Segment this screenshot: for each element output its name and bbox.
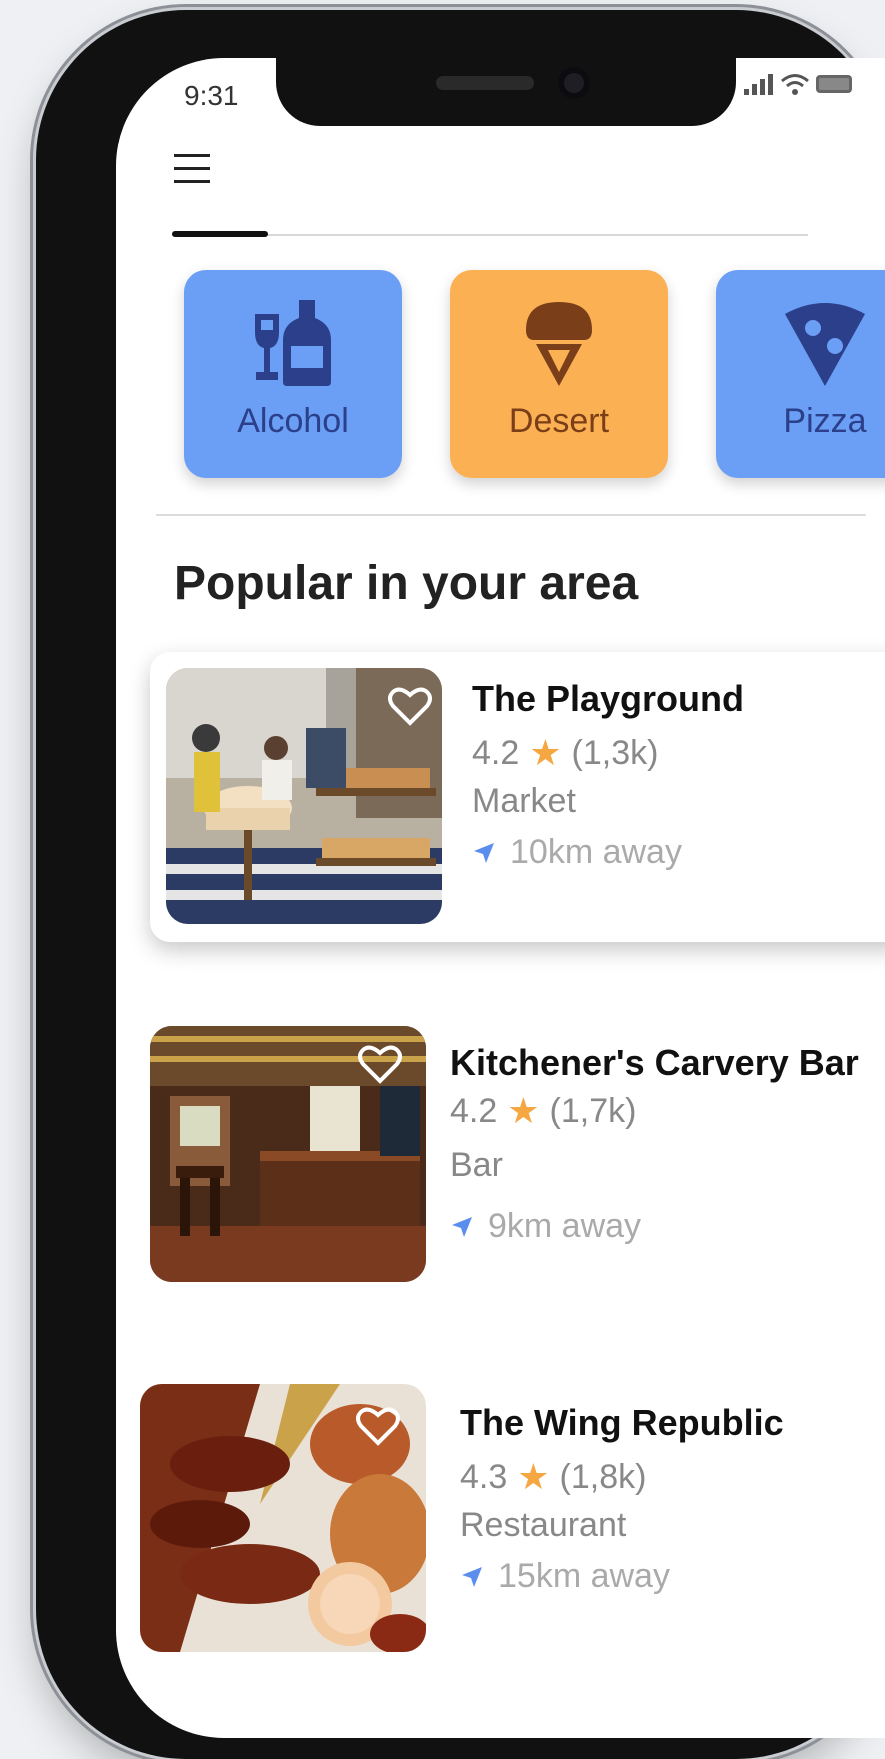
place-distance: 9km away bbox=[450, 1207, 859, 1246]
section-title: Popular in your area bbox=[174, 557, 639, 610]
pizza-slice-icon bbox=[785, 303, 865, 386]
signal-icon bbox=[744, 74, 773, 95]
phone-frame: 9:31 Alcohol Desert Pizza Popular in you… bbox=[36, 10, 885, 1759]
category-label: Pizza bbox=[783, 402, 867, 440]
place-name: Kitchener's Carvery Bar bbox=[450, 1042, 859, 1083]
place-card[interactable]: Kitchener's Carvery Bar 4.2 ★ (1,7k) Bar… bbox=[150, 1026, 885, 1286]
place-type: Restaurant bbox=[460, 1506, 627, 1544]
category-alcohol[interactable]: Alcohol bbox=[184, 270, 402, 478]
place-rating: 4.2 ★ (1,3k) bbox=[472, 732, 744, 774]
place-rating: 4.2 ★ (1,7k) bbox=[450, 1090, 859, 1132]
place-card[interactable]: The Playground 4.2 ★ (1,3k) Market 10km … bbox=[150, 652, 885, 942]
tab-indicator bbox=[172, 231, 268, 237]
ice-cream-icon bbox=[526, 302, 592, 386]
review-count: (1,7k) bbox=[549, 1091, 637, 1130]
bottle-glass-icon bbox=[255, 300, 331, 386]
location-arrow-icon bbox=[452, 1216, 472, 1237]
place-info: The Playground 4.2 ★ (1,3k) Market 10km … bbox=[472, 678, 744, 872]
place-distance: 10km away bbox=[472, 833, 744, 872]
place-name: The Wing Republic bbox=[460, 1402, 784, 1443]
app-screen: 9:31 Alcohol Desert Pizza Popular in you… bbox=[116, 58, 885, 1738]
star-icon: ★ bbox=[507, 1090, 540, 1131]
category-pizza[interactable]: Pizza bbox=[716, 270, 885, 478]
status-indicators bbox=[744, 72, 852, 96]
distance-text: 9km away bbox=[488, 1207, 642, 1245]
review-count: (1,8k) bbox=[559, 1457, 647, 1496]
status-time: 9:31 bbox=[184, 80, 239, 111]
place-info: The Wing Republic 4.3 ★ (1,8k) Restauran… bbox=[460, 1402, 784, 1596]
place-rating: 4.3 ★ (1,8k) bbox=[460, 1456, 784, 1498]
star-icon: ★ bbox=[529, 732, 562, 773]
wifi-icon bbox=[781, 74, 809, 95]
camera-icon bbox=[558, 67, 590, 99]
heart-icon[interactable] bbox=[388, 686, 432, 726]
distance-text: 15km away bbox=[498, 1557, 670, 1595]
location-arrow-icon bbox=[462, 1566, 482, 1587]
rating-value: 4.3 bbox=[460, 1457, 508, 1496]
place-info: Kitchener's Carvery Bar 4.2 ★ (1,7k) Bar… bbox=[450, 1042, 859, 1246]
notch bbox=[276, 58, 736, 126]
place-type: Bar bbox=[450, 1146, 503, 1184]
review-count: (1,3k) bbox=[571, 733, 659, 772]
hamburger-menu-icon[interactable] bbox=[174, 154, 210, 188]
heart-icon[interactable] bbox=[356, 1406, 400, 1446]
category-label: Alcohol bbox=[237, 402, 349, 440]
battery-icon bbox=[816, 75, 852, 93]
location-arrow-icon bbox=[474, 842, 494, 863]
section-divider bbox=[156, 514, 866, 516]
category-label: Desert bbox=[508, 402, 610, 440]
place-type: Market bbox=[472, 782, 576, 820]
category-carousel[interactable]: Alcohol Desert Pizza bbox=[184, 270, 885, 480]
place-name: The Playground bbox=[472, 678, 745, 719]
rating-value: 4.2 bbox=[450, 1091, 498, 1130]
star-icon: ★ bbox=[517, 1456, 550, 1497]
rating-value: 4.2 bbox=[472, 733, 520, 772]
heart-icon[interactable] bbox=[358, 1044, 402, 1084]
category-desert[interactable]: Desert bbox=[450, 270, 668, 478]
distance-text: 10km away bbox=[510, 833, 682, 871]
place-distance: 15km away bbox=[460, 1557, 784, 1596]
speaker bbox=[436, 76, 534, 90]
place-card[interactable]: The Wing Republic 4.3 ★ (1,8k) Restauran… bbox=[140, 1384, 885, 1654]
